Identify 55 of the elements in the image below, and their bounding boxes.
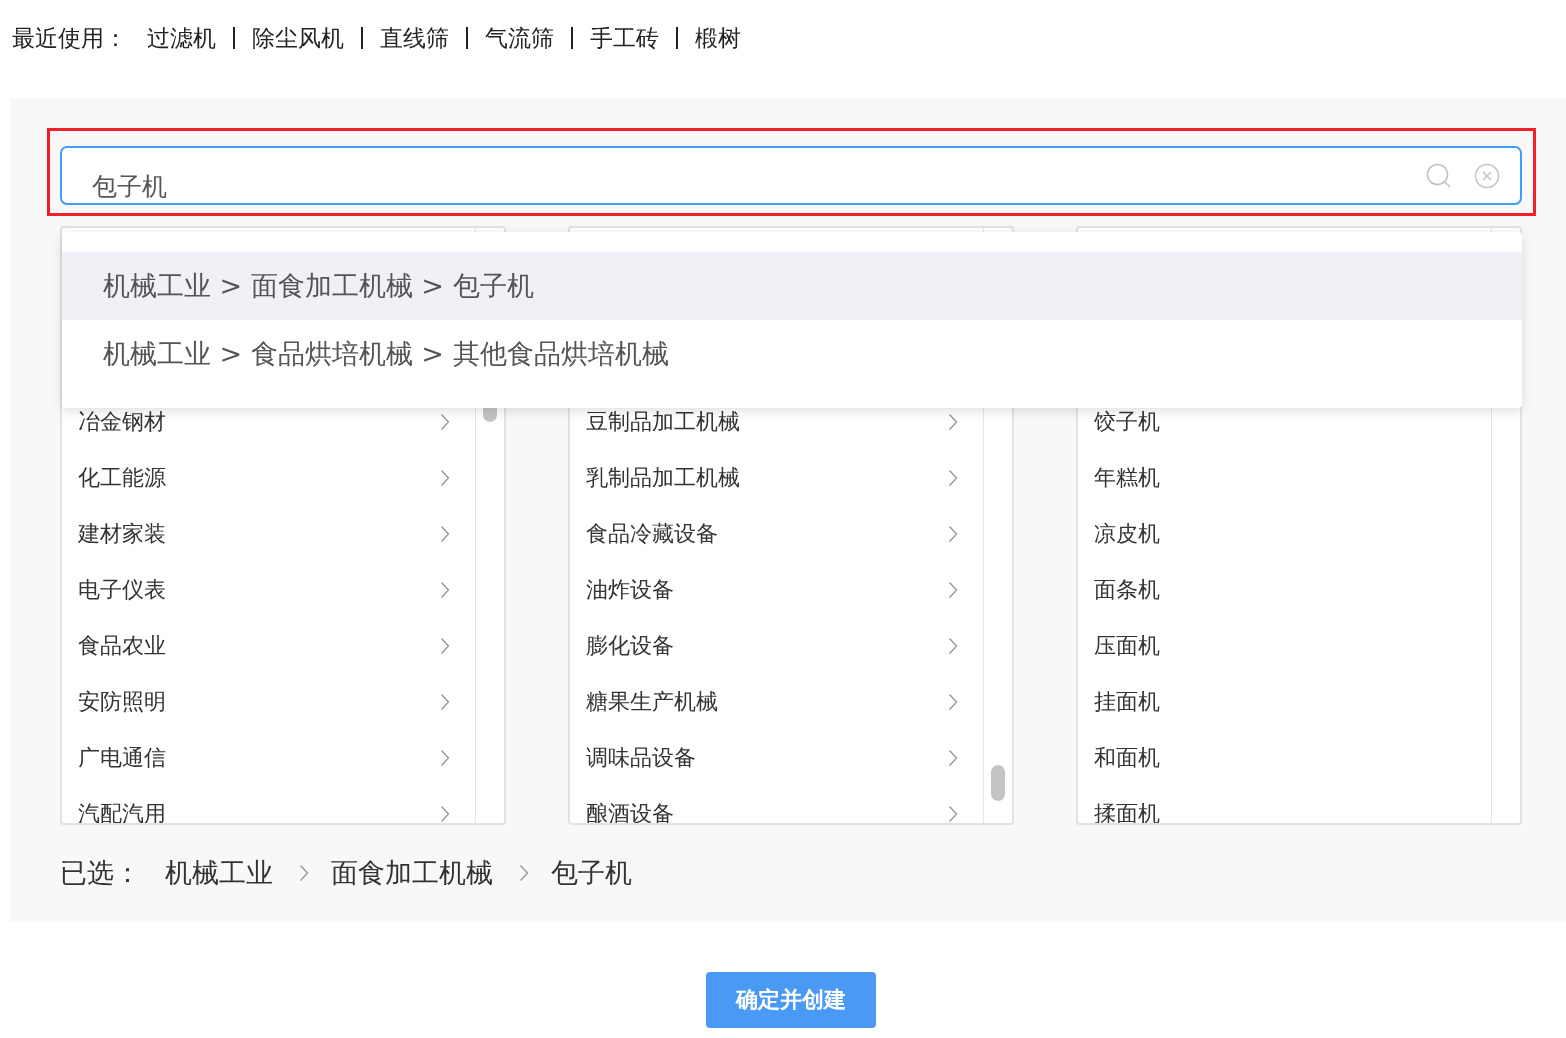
recent-link[interactable]: 椴树	[695, 22, 741, 54]
chevron-right-icon	[440, 749, 450, 767]
category-item[interactable]: 化工能源	[62, 450, 475, 506]
category-item[interactable]: 糖果生产机械	[570, 674, 983, 730]
chevron-right-icon	[948, 693, 958, 711]
search-field[interactable]: 包子机	[60, 146, 1522, 205]
chevron-right-icon	[440, 637, 450, 655]
chevron-right-icon	[948, 469, 958, 487]
category-item[interactable]: 冶金钢材	[62, 394, 475, 450]
chevron-right-icon	[440, 805, 450, 823]
category-item[interactable]: 面条机	[1078, 562, 1491, 618]
chevron-right-icon	[948, 525, 958, 543]
recent-link[interactable]: 气流筛	[485, 22, 554, 54]
category-item[interactable]: 广电通信	[62, 730, 475, 786]
search-input[interactable]: 包子机	[92, 150, 1404, 201]
chevron-right-icon	[519, 864, 529, 882]
recent-link[interactable]: 除尘风机	[252, 22, 344, 54]
category-item[interactable]: 食品冷藏设备	[570, 506, 983, 562]
recent-link[interactable]: 手工砖	[590, 22, 659, 54]
clear-icon[interactable]	[1474, 162, 1500, 189]
recent-link[interactable]: 过滤机	[147, 22, 216, 54]
category-item[interactable]: 乳制品加工机械	[570, 450, 983, 506]
chevron-right-icon	[299, 864, 309, 882]
recent-link[interactable]: 直线筛	[380, 22, 449, 54]
category-item[interactable]: 膨化设备	[570, 618, 983, 674]
search-icon[interactable]	[1426, 162, 1452, 189]
suggestion-item[interactable]: 机械工业 > 面食加工机械 > 包子机	[62, 252, 1522, 320]
chevron-right-icon	[440, 469, 450, 487]
category-item[interactable]: 调味品设备	[570, 730, 983, 786]
category-item[interactable]: 豆制品加工机械	[570, 394, 983, 450]
selected-category: 包子机	[551, 856, 632, 890]
chevron-right-icon	[948, 581, 958, 599]
category-item[interactable]: 安防照明	[62, 674, 475, 730]
category-item[interactable]: 挂面机	[1078, 674, 1491, 730]
category-item[interactable]: 电子仪表	[62, 562, 475, 618]
category-item[interactable]: 年糕机	[1078, 450, 1491, 506]
recent-label: 最近使用：	[12, 23, 127, 53]
chevron-right-icon	[440, 413, 450, 431]
chevron-right-icon	[948, 637, 958, 655]
selected-category: 面食加工机械	[331, 856, 493, 890]
category-item[interactable]: 和面机	[1078, 730, 1491, 786]
chevron-right-icon	[948, 749, 958, 767]
chevron-right-icon	[440, 581, 450, 599]
category-item[interactable]: 油炸设备	[570, 562, 983, 618]
category-item[interactable]: 建材家装	[62, 506, 475, 562]
chevron-right-icon	[440, 693, 450, 711]
suggestion-item[interactable]: 机械工业 > 食品烘培机械 > 其他食品烘培机械	[62, 320, 1522, 388]
selected-category: 机械工业	[165, 856, 273, 890]
category-item[interactable]: 食品农业	[62, 618, 475, 674]
chevron-right-icon	[948, 805, 958, 823]
category-item[interactable]: 凉皮机	[1078, 506, 1491, 562]
category-item[interactable]: 压面机	[1078, 618, 1491, 674]
chevron-right-icon	[948, 413, 958, 431]
selected-label: 已选：	[60, 856, 141, 890]
chevron-right-icon	[440, 525, 450, 543]
